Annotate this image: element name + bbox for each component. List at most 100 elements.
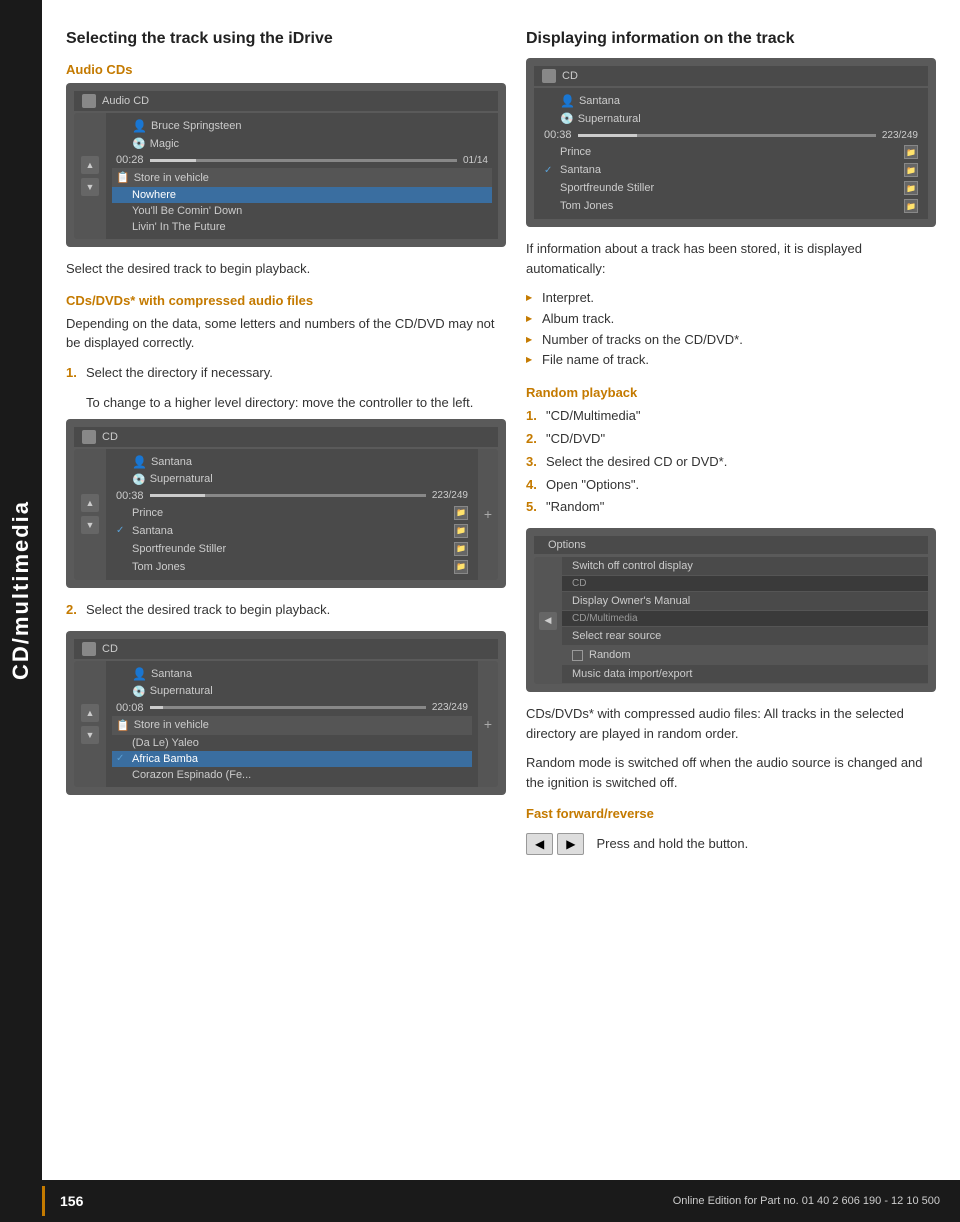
option-random[interactable]: Random: [562, 646, 928, 665]
display-track-tomjones: Tom Jones: [560, 200, 613, 212]
bullet-filename: File name of track.: [526, 350, 936, 371]
screen2-body: ▲ ▼ 👤 Santana 💿 Supernatural 00:38: [74, 449, 498, 580]
options-body-nav: ◀ Switch off control display CD Display …: [534, 557, 928, 684]
user-icon3: 👤: [132, 667, 147, 681]
compressed-para: Depending on the data, some letters and …: [66, 314, 506, 353]
folder-icon4: 📁: [454, 560, 468, 574]
progress-bar-display: [578, 134, 876, 137]
track-icon-santana: 📁: [454, 524, 468, 538]
progress-bar: [150, 159, 457, 162]
screen2-plus[interactable]: +: [478, 449, 498, 580]
display-screen-content: 👤 Santana 💿 Supernatural 00:38 223/249 P…: [534, 88, 928, 219]
screen1-progress: 00:28 01/14: [112, 152, 492, 168]
display-album-row: 💿 Supernatural: [540, 110, 922, 127]
options-header: Options: [534, 536, 928, 554]
progress-fill: [150, 159, 196, 162]
screen2-nav-up[interactable]: ▲: [81, 494, 99, 512]
random-step2-num: 2.: [526, 429, 537, 450]
display-artist: Santana: [579, 95, 620, 107]
screen3-nav[interactable]: ▲ ▼: [74, 661, 106, 787]
track-icon-prince: 📁: [454, 506, 468, 520]
indent1: To change to a higher level directory: m…: [66, 393, 506, 413]
screen2-artist: Santana: [151, 456, 192, 468]
screen1-nav[interactable]: ▲ ▼: [74, 113, 106, 239]
screen3-corazon-row[interactable]: Corazon Espinado (Fe...: [112, 767, 472, 783]
nav-down[interactable]: ▼: [81, 178, 99, 196]
screen3-artist: Santana: [151, 668, 192, 680]
random-step5: 5. "Random": [526, 497, 936, 518]
screen2-nav[interactable]: ▲ ▼: [74, 449, 106, 580]
screen1-album: Magic: [150, 138, 179, 150]
display-track-prince: Prince: [560, 146, 591, 158]
cd-disc-icon3: 💿: [132, 685, 146, 698]
screen1-artist: Bruce Springsteen: [151, 120, 242, 132]
random-step4-text: Open "Options".: [546, 477, 639, 492]
option-section-cdmm: CD/Multimedia: [562, 611, 928, 627]
screen3-nav-down[interactable]: ▼: [81, 726, 99, 744]
options-nav-arrow[interactable]: ◀: [539, 612, 557, 630]
random-step4-num: 4.: [526, 475, 537, 496]
screen2-time: 00:38: [116, 490, 144, 502]
screen1-track-nowhere[interactable]: Nowhere: [112, 187, 492, 203]
display-icon-tomjones: 📁: [904, 199, 918, 213]
option-switch-off[interactable]: Switch off control display: [562, 557, 928, 576]
cd-icon2: [82, 430, 96, 444]
display-tomjones-row: Tom Jones 📁: [540, 197, 922, 215]
option-switch-off-label: Switch off control display: [572, 560, 693, 572]
step2-text: Select the desired track to begin playba…: [86, 602, 330, 617]
screen1-artist-row: 👤 Bruce Springsteen: [112, 117, 492, 135]
screen2-santana-row[interactable]: Santana 📁: [112, 522, 472, 540]
track-comin-label: You'll Be Comin' Down: [132, 205, 242, 217]
screen2-prince-row[interactable]: Prince 📁: [112, 504, 472, 522]
screen2-tomjones-row[interactable]: Tom Jones 📁: [112, 558, 472, 576]
screen3-dale-row[interactable]: (Da Le) Yaleo: [112, 735, 472, 751]
screen1-header-label: Audio CD: [102, 95, 149, 107]
random-step3: 3. Select the desired CD or DVD*.: [526, 452, 936, 473]
screen2-nav-down[interactable]: ▼: [81, 516, 99, 534]
ff-title: Fast forward/reverse: [526, 806, 936, 821]
track-prince: Prince: [132, 507, 163, 519]
audio-cd-screen: Audio CD ▲ ▼ 👤 Bruce Springsteen 💿 Magic: [66, 83, 506, 247]
nav-up[interactable]: ▲: [81, 156, 99, 174]
screen1-body: ▲ ▼ 👤 Bruce Springsteen 💿 Magic 00:28: [74, 113, 498, 239]
screen3-plus[interactable]: +: [478, 661, 498, 787]
option-display-manual[interactable]: Display Owner's Manual: [562, 592, 928, 611]
ff-area: ◀ ▶ Press and hold the button.: [526, 827, 936, 861]
screen2-sportfreunde-row[interactable]: Sportfreunde Stiller 📁: [112, 540, 472, 558]
screen2-album: Supernatural: [150, 473, 213, 485]
random-step5-text: "Random": [546, 499, 604, 514]
option-music-data[interactable]: Music data import/export: [562, 665, 928, 684]
random-step1-text: "CD/Multimedia": [546, 408, 640, 423]
option-select-rear[interactable]: Select rear source: [562, 627, 928, 646]
screen2-progress: 00:38 223/249: [112, 488, 472, 504]
folder-icon3: 📁: [454, 542, 468, 556]
cd-icon: [82, 94, 96, 108]
options-nav-left[interactable]: ◀: [534, 557, 562, 684]
bullet-interpret: Interpret.: [526, 288, 936, 309]
track-tomjones: Tom Jones: [132, 561, 185, 573]
rewind-button[interactable]: ◀: [526, 833, 553, 855]
option-section-cd: CD: [562, 576, 928, 592]
fastforward-button[interactable]: ▶: [557, 833, 584, 855]
option-manual-label: Display Owner's Manual: [572, 595, 690, 607]
display-screen: CD 👤 Santana 💿 Supernatural 00:38 223/24…: [526, 58, 936, 227]
option-section-cd-label: CD: [572, 578, 586, 589]
display-progress: 00:38 223/249: [540, 127, 922, 143]
screen3-africa-row[interactable]: Africa Bamba: [112, 751, 472, 767]
options-rows: Switch off control display CD Display Ow…: [562, 557, 928, 684]
screen3-nav-up[interactable]: ▲: [81, 704, 99, 722]
options-header-label: Options: [548, 539, 586, 551]
cd-icon-display: [542, 69, 556, 83]
random-checkbox[interactable]: [572, 650, 583, 661]
display-title: Displaying information on the track: [526, 30, 936, 48]
track-santana: Santana: [132, 525, 173, 537]
screen2-content: 👤 Santana 💿 Supernatural 00:38 223/249: [106, 449, 478, 580]
random-step1-num: 1.: [526, 406, 537, 427]
screen1-track-comin[interactable]: You'll Be Comin' Down: [112, 203, 492, 219]
progress-fill3: [150, 706, 164, 709]
screen2-track-count: 223/249: [432, 490, 468, 501]
display-screen-header: CD: [534, 66, 928, 86]
screen1-track-livin[interactable]: Livin' In The Future: [112, 219, 492, 235]
sidebar-label: CD/multimedia: [0, 0, 42, 1180]
step2-item: 2. Select the desired track to begin pla…: [66, 600, 506, 621]
